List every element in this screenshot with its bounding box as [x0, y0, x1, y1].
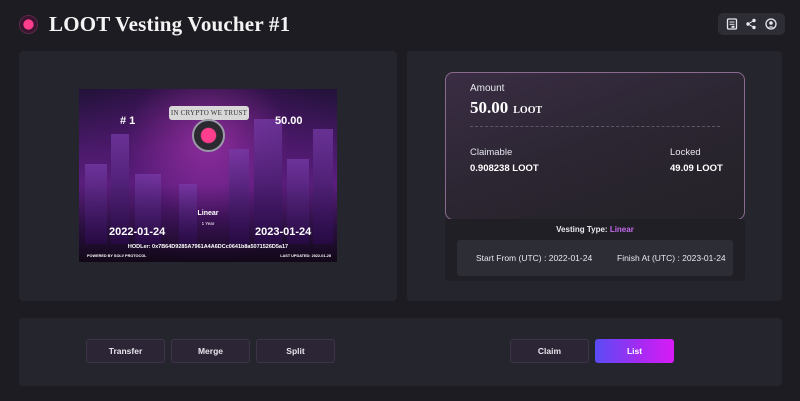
header-actions: [718, 13, 785, 35]
card-last-updated: LAST UPDATED: 2022-01-25: [280, 254, 331, 258]
vesting-type: Vesting Type: Linear: [445, 225, 745, 234]
list-button[interactable]: List: [595, 339, 674, 363]
vesting-finish-date: Finish At (UTC) : 2023-01-24: [617, 253, 726, 263]
card-hodler-address: HODLer: 0x7B64D9285A7961A4A6DCc0641b8a50…: [127, 244, 289, 250]
profile-icon[interactable]: [763, 16, 779, 32]
claim-button[interactable]: Claim: [510, 339, 589, 363]
claimable-value: 0.908238 LOOT: [470, 163, 539, 174]
voucher-card-image: IN CRYPTO WE TRUST # 1 50.00 Linear 1 Ye…: [79, 89, 337, 262]
locked-value: 49.09 LOOT: [670, 163, 723, 174]
amount-label: Amount: [470, 83, 505, 94]
merge-button[interactable]: Merge: [171, 339, 250, 363]
amount-summary-card: [445, 72, 745, 220]
vesting-type-value: Linear: [609, 225, 634, 234]
share-icon[interactable]: [743, 16, 759, 32]
page-title: LOOT Vesting Voucher #1: [49, 12, 291, 36]
amount-divider: [470, 126, 720, 127]
split-button[interactable]: Split: [256, 339, 335, 363]
claimable-label: Claimable: [470, 147, 513, 158]
amount-value: 50.00 LOOT: [470, 98, 542, 118]
receipt-icon[interactable]: [724, 16, 740, 32]
card-medal-icon: [192, 119, 225, 152]
vesting-start-date: Start From (UTC) : 2022-01-24: [476, 253, 593, 263]
skyline-building: [85, 164, 107, 244]
transfer-button[interactable]: Transfer: [86, 339, 165, 363]
page-header: LOOT Vesting Voucher #1: [0, 0, 800, 50]
amount-unit: LOOT: [513, 105, 543, 116]
amount-number: 50.00: [470, 98, 509, 117]
card-start-date: 2022-01-24: [109, 226, 166, 238]
card-id: # 1: [120, 115, 136, 127]
loot-logo-icon: [19, 15, 38, 34]
skyline-building: [313, 129, 333, 244]
card-end-date: 2023-01-24: [255, 226, 312, 238]
card-amount: 50.00: [275, 115, 303, 127]
card-ribbon: IN CRYPTO WE TRUST: [169, 106, 249, 120]
skyline-building: [229, 149, 249, 244]
locked-label: Locked: [670, 147, 701, 158]
card-powered-by: POWERED BY SOLV PROTOCOL: [87, 254, 147, 258]
vesting-type-label: Vesting Type:: [556, 225, 608, 234]
card-vesting-type: Linear: [197, 210, 219, 217]
